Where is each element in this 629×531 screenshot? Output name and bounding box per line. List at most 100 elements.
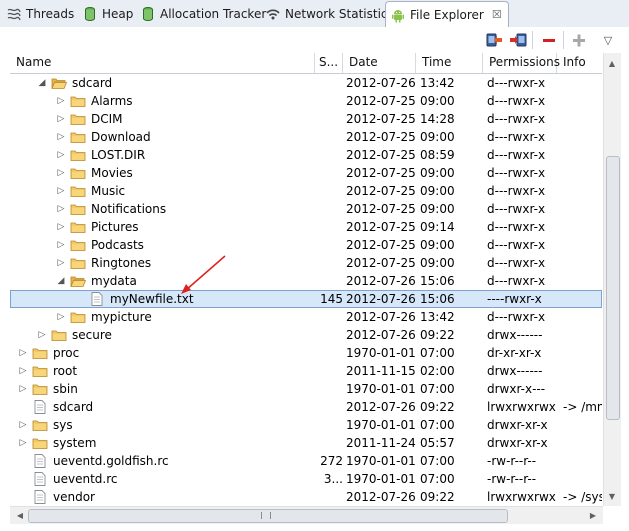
- tab-file-explorer[interactable]: File Explorer ☒: [385, 1, 509, 27]
- table-row[interactable]: ▷ secure 2012-07-26 09:22 drwx------: [10, 326, 602, 344]
- tab-heap[interactable]: Heap: [82, 2, 133, 26]
- vertical-scroll-thumb[interactable]: [606, 156, 620, 420]
- scroll-up-arrow[interactable]: ▲: [604, 55, 620, 71]
- expand-collapse-right-icon[interactable]: ▷: [56, 92, 66, 110]
- expand-collapse-right-icon[interactable]: ▷: [37, 326, 47, 344]
- row-date: 1970-01-01: [346, 382, 416, 396]
- expand-collapse-right-icon[interactable]: ▷: [18, 380, 28, 398]
- row-time: 09:14: [420, 220, 455, 234]
- row-time: 07:00: [420, 454, 455, 468]
- row-size: [309, 488, 343, 506]
- push-file-button[interactable]: [509, 31, 527, 49]
- table-row[interactable]: ▷ system 2011-11-24 05:57 drwxr-xr-x: [10, 434, 602, 452]
- expand-collapse-right-icon[interactable]: ▷: [56, 182, 66, 200]
- tab-threads[interactable]: Threads: [6, 2, 74, 26]
- scroll-right-arrow[interactable]: ▶: [585, 507, 601, 523]
- allocation-cylinder-icon: [143, 7, 153, 21]
- table-row[interactable]: ▷ DCIM 2012-07-25 14:28 d---rwxr-x: [10, 110, 602, 128]
- row-permissions: lrwxrwxrwx: [487, 400, 556, 414]
- scroll-left-arrow[interactable]: ◀: [12, 507, 28, 523]
- expand-collapse-right-icon[interactable]: ▷: [56, 308, 66, 326]
- column-header-name[interactable]: Name: [10, 53, 315, 73]
- folder-icon: [32, 348, 48, 359]
- row-name: Pictures: [91, 220, 139, 234]
- row-size: [309, 92, 343, 110]
- expand-collapse-right-icon[interactable]: ▷: [56, 164, 66, 182]
- table-row-selected[interactable]: myNewfile.txt 145 2012-07-26 15:06 ----rwxr-…: [10, 290, 602, 308]
- expand-collapse-right-icon[interactable]: ▷: [18, 434, 28, 452]
- table-row[interactable]: ▷ root 2011-11-15 02:00 drwx------: [10, 362, 602, 380]
- row-permissions: d---rwxr-x: [487, 238, 546, 252]
- table-row[interactable]: sdcard 2012-07-26 09:22 lrwxrwxrwx -> /mn: [10, 398, 602, 416]
- row-time: 09:00: [420, 184, 455, 198]
- column-header-size[interactable]: S...: [315, 53, 343, 73]
- new-folder-button[interactable]: [570, 31, 588, 49]
- expand-collapse-right-icon[interactable]: ▷: [56, 128, 66, 146]
- row-name: Download: [91, 130, 151, 144]
- tab-network-statistics[interactable]: Network Statistics: [265, 2, 394, 26]
- horizontal-scroll-thumb[interactable]: [28, 509, 508, 523]
- expand-collapse-right-icon[interactable]: ▷: [56, 146, 66, 164]
- row-date: 1970-01-01: [346, 472, 416, 486]
- row-name: Ringtones: [91, 256, 152, 270]
- row-name: sbin: [53, 382, 78, 396]
- scroll-grip: [261, 512, 271, 519]
- row-time: 09:22: [420, 328, 455, 342]
- table-row[interactable]: ▷ Ringtones 2012-07-25 09:00 d---rwxr-x: [10, 254, 602, 272]
- expand-collapse-right-icon[interactable]: ▷: [56, 200, 66, 218]
- table-row[interactable]: ▷ Alarms 2012-07-25 09:00 d---rwxr-x: [10, 92, 602, 110]
- scroll-down-arrow[interactable]: ▼: [604, 488, 620, 504]
- pull-file-button[interactable]: [486, 31, 504, 49]
- column-header-permissions[interactable]: Permissions: [483, 53, 560, 73]
- table-row[interactable]: ▷ Movies 2012-07-25 09:00 d---rwxr-x: [10, 164, 602, 182]
- expand-collapse-down-icon[interactable]: ◢: [37, 74, 47, 92]
- table-row[interactable]: ▷ sys 1970-01-01 07:00 drwxr-xr-x: [10, 416, 602, 434]
- table-row[interactable]: ▷ Music 2012-07-25 09:00 d---rwxr-x: [10, 182, 602, 200]
- tab-allocation-tracker[interactable]: Allocation Tracker: [140, 2, 266, 26]
- table-row[interactable]: ▷ LOST.DIR 2012-07-25 08:59 d---rwxr-x: [10, 146, 602, 164]
- row-permissions: dr-xr-xr-x: [487, 346, 542, 360]
- column-header-info[interactable]: Info: [557, 53, 602, 73]
- column-header-date[interactable]: Date: [343, 53, 416, 73]
- vertical-scrollbar[interactable]: ▲ ▼: [603, 53, 621, 506]
- row-time: 13:42: [420, 310, 455, 324]
- expand-collapse-right-icon[interactable]: ▷: [56, 236, 66, 254]
- row-date: 2012-07-25: [346, 112, 416, 126]
- row-time: 07:00: [420, 472, 455, 486]
- table-row[interactable]: ▷ Podcasts 2012-07-25 09:00 d---rwxr-x: [10, 236, 602, 254]
- expand-collapse-right-icon[interactable]: ▷: [18, 362, 28, 380]
- row-time: 08:59: [420, 148, 455, 162]
- delete-button[interactable]: [540, 31, 558, 49]
- expand-collapse-right-icon[interactable]: ▷: [56, 218, 66, 236]
- row-permissions: -rw-r--r--: [487, 454, 537, 468]
- row-date: 2012-07-25: [346, 166, 416, 180]
- table-row[interactable]: ◢ sdcard 2012-07-26 13:42 d---rwxr-x: [10, 74, 602, 92]
- expand-collapse-right-icon[interactable]: ▷: [18, 344, 28, 362]
- row-time: 14:28: [420, 112, 455, 126]
- close-tab-icon[interactable]: ☒: [492, 8, 502, 21]
- table-row[interactable]: vendor 2012-07-26 09:22 lrwxrwxrwx -> /syst: [10, 488, 602, 506]
- table-row[interactable]: ▷ mypicture 2012-07-26 13:42 d---rwxr-x: [10, 308, 602, 326]
- expand-collapse-right-icon[interactable]: ▷: [56, 254, 66, 272]
- table-row[interactable]: ▷ sbin 1970-01-01 07:00 drwxr-x---: [10, 380, 602, 398]
- expand-collapse-right-icon[interactable]: ▷: [56, 110, 66, 128]
- table-row[interactable]: ▷ Notifications 2012-07-25 09:00 d---rwxr-x: [10, 200, 602, 218]
- expand-collapse-down-icon[interactable]: ◢: [56, 272, 66, 290]
- view-menu-button[interactable]: ▽: [599, 31, 617, 49]
- row-permissions: d---rwxr-x: [487, 94, 546, 108]
- table-row[interactable]: ◢ mydata 2012-07-26 15:06 d---rwxr-x: [10, 272, 602, 290]
- table-row[interactable]: ueventd.goldfish.rc 272 1970-01-01 07:00 -rw…: [10, 452, 602, 470]
- horizontal-scrollbar[interactable]: ◀ ▶: [10, 506, 603, 524]
- table-row[interactable]: ▷ proc 1970-01-01 07:00 dr-xr-xr-x: [10, 344, 602, 362]
- expand-collapse-right-icon[interactable]: ▷: [18, 416, 28, 434]
- table-row[interactable]: ▷ Download 2012-07-25 09:00 d---rwxr-x: [10, 128, 602, 146]
- table-row[interactable]: ▷ Pictures 2012-07-25 09:14 d---rwxr-x: [10, 218, 602, 236]
- folder-icon: [70, 240, 86, 251]
- tab-label: Heap: [102, 7, 134, 21]
- folder-icon: [70, 186, 86, 197]
- row-size: 3...: [323, 472, 343, 486]
- column-header-time[interactable]: Time: [416, 53, 483, 73]
- view-menu-icon: ▽: [603, 33, 613, 47]
- folder-icon: [70, 96, 86, 107]
- table-row[interactable]: ueventd.rc 3... 1970-01-01 07:00 -rw-r--r--: [10, 470, 602, 488]
